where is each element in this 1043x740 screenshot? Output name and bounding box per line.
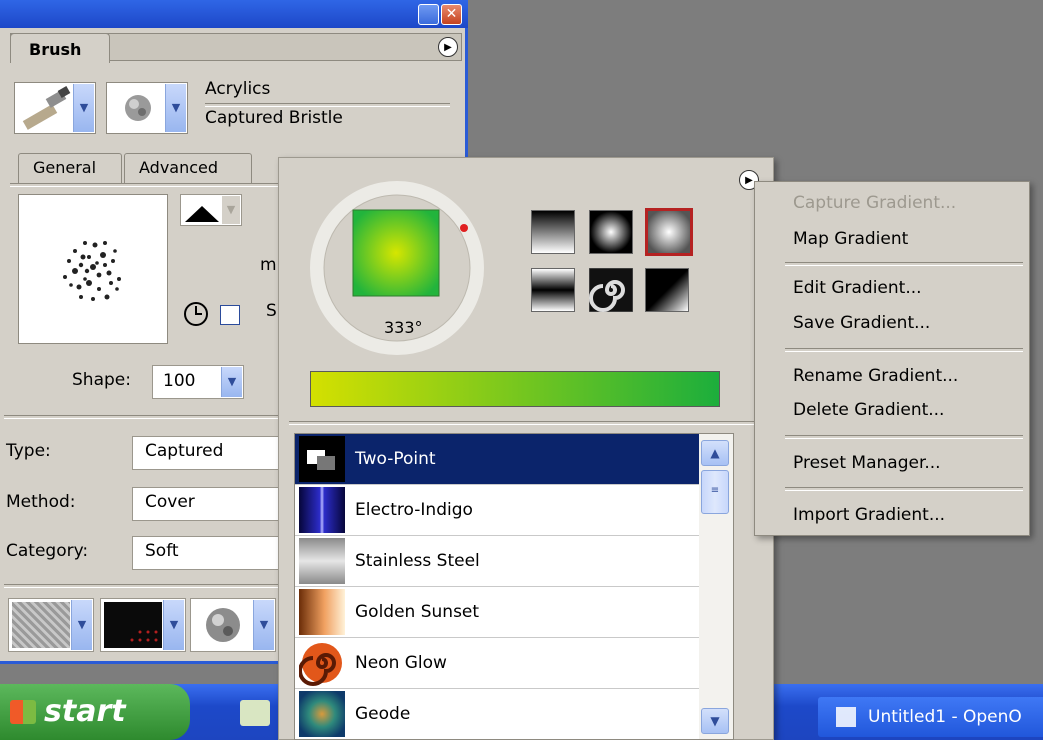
clock-checkbox[interactable] (220, 305, 240, 325)
brush-category-selector[interactable]: ▼ (14, 82, 96, 134)
profile-icon (185, 206, 219, 222)
list-item[interactable]: Stainless Steel (295, 536, 699, 587)
dab-preview (18, 194, 168, 344)
tab-advanced[interactable]: Advanced (124, 153, 252, 183)
menu-item-preset-manager[interactable]: Preset Manager... (793, 453, 941, 473)
quicklaunch-icon[interactable] (240, 700, 270, 726)
method-label: Method: (6, 492, 76, 512)
gradient-name: Geode (355, 704, 411, 724)
gradient-context-menu: Capture Gradient... Map Gradient Edit Gr… (754, 181, 1030, 536)
menu-item-save-gradient[interactable]: Save Gradient... (793, 313, 930, 333)
dab-preview-image (63, 241, 121, 301)
gradient-name: Stainless Steel (355, 551, 480, 571)
chevron-down-icon: ▼ (163, 600, 184, 650)
menu-item-edit-gradient[interactable]: Edit Gradient... (793, 278, 922, 298)
brush-category-label: Acrylics (205, 79, 271, 99)
radial-gradient-button[interactable] (589, 210, 633, 254)
menu-item-map-gradient[interactable]: Map Gradient (793, 229, 908, 249)
spiral-gradient-button[interactable] (589, 268, 633, 312)
paper-texture-icon (12, 602, 70, 648)
stainless-steel-thumb (299, 538, 345, 584)
profile-selector[interactable]: ▼ (180, 194, 242, 226)
divider (289, 421, 763, 425)
chevron-down-icon: ▼ (222, 196, 240, 224)
list-item[interactable]: Golden Sunset (295, 587, 699, 638)
document-icon (836, 707, 856, 727)
menu-item-import-gradient[interactable]: Import Gradient... (793, 505, 945, 525)
panel-menu-button[interactable]: ▶ (438, 37, 458, 57)
shape-select[interactable]: 100 ▼ (152, 365, 244, 399)
brush-panel-titlebar[interactable]: ✕ (0, 0, 468, 28)
pattern-dots (130, 630, 158, 642)
chevron-down-icon: ▼ (221, 367, 242, 397)
tab-brush[interactable]: Brush (10, 33, 110, 63)
truncated-label: m (260, 255, 277, 275)
geode-thumb (299, 691, 345, 737)
pattern-icon (104, 602, 162, 648)
list-item[interactable]: Electro-Indigo (295, 485, 699, 536)
divider (785, 348, 1023, 352)
category-field[interactable]: Soft (132, 536, 292, 570)
list-item[interactable]: Geode (295, 689, 699, 739)
shape-value: 100 (163, 371, 196, 391)
gradient-name: Neon Glow (355, 653, 447, 673)
electro-indigo-thumb (299, 487, 345, 533)
chevron-down-icon: ▼ (73, 84, 94, 132)
divider (205, 103, 450, 107)
rectangular-gradient-button[interactable] (645, 208, 693, 256)
brush-variant-label: Captured Bristle (205, 108, 343, 128)
taskbar-item-openoffice[interactable]: Untitled1 - OpenO (818, 697, 1043, 737)
scroll-thumb[interactable]: ≡ (701, 470, 729, 514)
gradient-name: Electro-Indigo (355, 500, 473, 520)
gradient-name: Two-Point (355, 449, 436, 469)
brush-icon (22, 86, 71, 130)
divider (785, 262, 1023, 266)
menu-item-delete-gradient[interactable]: Delete Gradient... (793, 400, 944, 420)
nozzle-icon (206, 608, 240, 642)
pattern-selector[interactable]: ▼ (100, 598, 186, 652)
list-item[interactable]: Two-Point (295, 434, 699, 485)
method-field[interactable]: Cover (132, 487, 292, 521)
menu-item-capture-gradient: Capture Gradient... (793, 193, 957, 213)
chevron-down-icon: ▼ (71, 600, 92, 650)
scroll-down-button[interactable]: ▼ (701, 708, 729, 734)
type-field[interactable]: Captured (132, 436, 292, 470)
truncated-label: S (266, 301, 277, 321)
start-button[interactable]: start (0, 684, 190, 740)
list-item[interactable]: Neon Glow (295, 638, 699, 689)
gradient-preview-bar (310, 371, 720, 407)
category-label: Category: (6, 541, 89, 561)
neon-glow-thumb (299, 640, 345, 686)
circular-gradient-button[interactable] (645, 268, 689, 312)
brush-variant-selector[interactable]: ▼ (106, 82, 188, 134)
gradient-angle-value: 333° (384, 318, 423, 337)
chevron-down-icon: ▼ (253, 600, 274, 650)
tab-general[interactable]: General (18, 153, 122, 183)
two-point-thumb (299, 436, 345, 482)
chevron-down-icon: ▼ (165, 84, 186, 132)
scroll-up-button[interactable]: ▲ (701, 440, 729, 466)
gradient-name: Golden Sunset (355, 602, 480, 622)
divider (785, 435, 1023, 439)
gradient-library-list: Two-Point Electro-Indigo Stainless Steel… (294, 433, 734, 740)
start-label: start (44, 694, 126, 729)
linear-gradient-button[interactable] (531, 210, 575, 254)
divider (4, 415, 282, 419)
taskbar-item-label: Untitled1 - OpenO (868, 707, 1022, 727)
dab-icon (125, 95, 151, 121)
windows-logo-icon (10, 700, 36, 724)
divider (4, 584, 282, 588)
mirrored-gradient-button[interactable] (531, 268, 575, 312)
shape-label: Shape: (72, 370, 131, 390)
clock-icon (184, 302, 208, 326)
nozzle-selector[interactable]: ▼ (190, 598, 276, 652)
type-label: Type: (6, 441, 51, 461)
close-button[interactable]: ✕ (441, 4, 462, 25)
divider (10, 183, 280, 187)
paper-selector[interactable]: ▼ (8, 598, 94, 652)
minimize-button[interactable] (418, 4, 439, 25)
divider (785, 487, 1023, 491)
golden-sunset-thumb (299, 589, 345, 635)
menu-item-rename-gradient[interactable]: Rename Gradient... (793, 366, 958, 386)
